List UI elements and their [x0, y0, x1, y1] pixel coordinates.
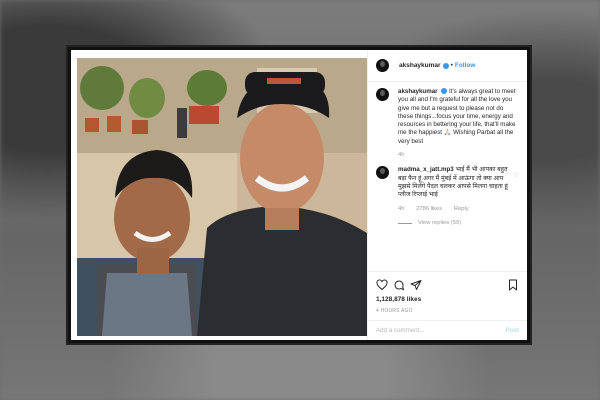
commenter-username[interactable]: madma_x_jatt.mp3	[398, 166, 454, 173]
caption-avatar[interactable]	[376, 88, 389, 101]
commenter-avatar[interactable]	[376, 166, 389, 180]
view-replies-label: View replies (59)	[418, 219, 462, 226]
verified-badge-icon	[442, 62, 449, 69]
comment-meta: 4h 2786 likes Reply	[398, 205, 510, 213]
replies-divider	[398, 222, 412, 224]
action-icons	[376, 279, 519, 291]
heart-icon[interactable]	[376, 279, 388, 291]
profile-avatar[interactable]	[376, 59, 389, 72]
comment-item: madma_x_jatt.mp3 भाई मैं भी आपका बहुत बड…	[376, 166, 519, 227]
share-icon[interactable]	[410, 279, 422, 291]
screenshot-frame: akshaykumar • Follow akshaykumar It's al…	[68, 47, 530, 343]
comment-likes[interactable]: 2786 likes	[416, 206, 442, 212]
comment-time[interactable]: 4h	[398, 206, 404, 212]
follow-button[interactable]: Follow	[455, 62, 476, 69]
caption-username[interactable]: akshaykumar	[398, 88, 438, 95]
posted-time[interactable]: 4 HOURS AGO	[376, 308, 519, 314]
post-actions: 1,128,878 likes 4 HOURS AGO	[368, 271, 527, 314]
separator-dot: •	[450, 62, 453, 69]
post-comment-button[interactable]: Post	[506, 327, 519, 334]
author-username[interactable]: akshaykumar	[399, 62, 441, 69]
comment-like-heart-icon[interactable]: ♡	[514, 172, 519, 179]
add-comment-input[interactable]: Add a comment...	[376, 327, 506, 334]
post-photo	[77, 58, 367, 336]
caption-meta: 4h	[398, 151, 519, 159]
comments-list: akshaykumar It's always great to meet yo…	[376, 88, 519, 227]
caption-time[interactable]: 4h	[398, 152, 404, 158]
instagram-post: akshaykumar • Follow akshaykumar It's al…	[71, 50, 527, 340]
selfie-image	[77, 58, 367, 336]
caption-text: It's always great to meet you all and I'…	[398, 88, 516, 145]
likes-count[interactable]: 1,128,878 likes	[376, 296, 519, 303]
view-replies-link[interactable]: View replies (59)	[398, 219, 510, 227]
post-sidebar: akshaykumar • Follow akshaykumar It's al…	[367, 50, 527, 340]
comment-icon[interactable]	[393, 279, 405, 291]
post-header: akshaykumar • Follow	[368, 50, 527, 82]
bookmark-icon[interactable]	[507, 279, 519, 291]
add-comment-bar: Add a comment... Post	[368, 320, 527, 340]
caption-verified-icon	[441, 88, 448, 95]
reply-button[interactable]: Reply	[454, 206, 469, 212]
caption-comment: akshaykumar It's always great to meet yo…	[376, 88, 519, 159]
